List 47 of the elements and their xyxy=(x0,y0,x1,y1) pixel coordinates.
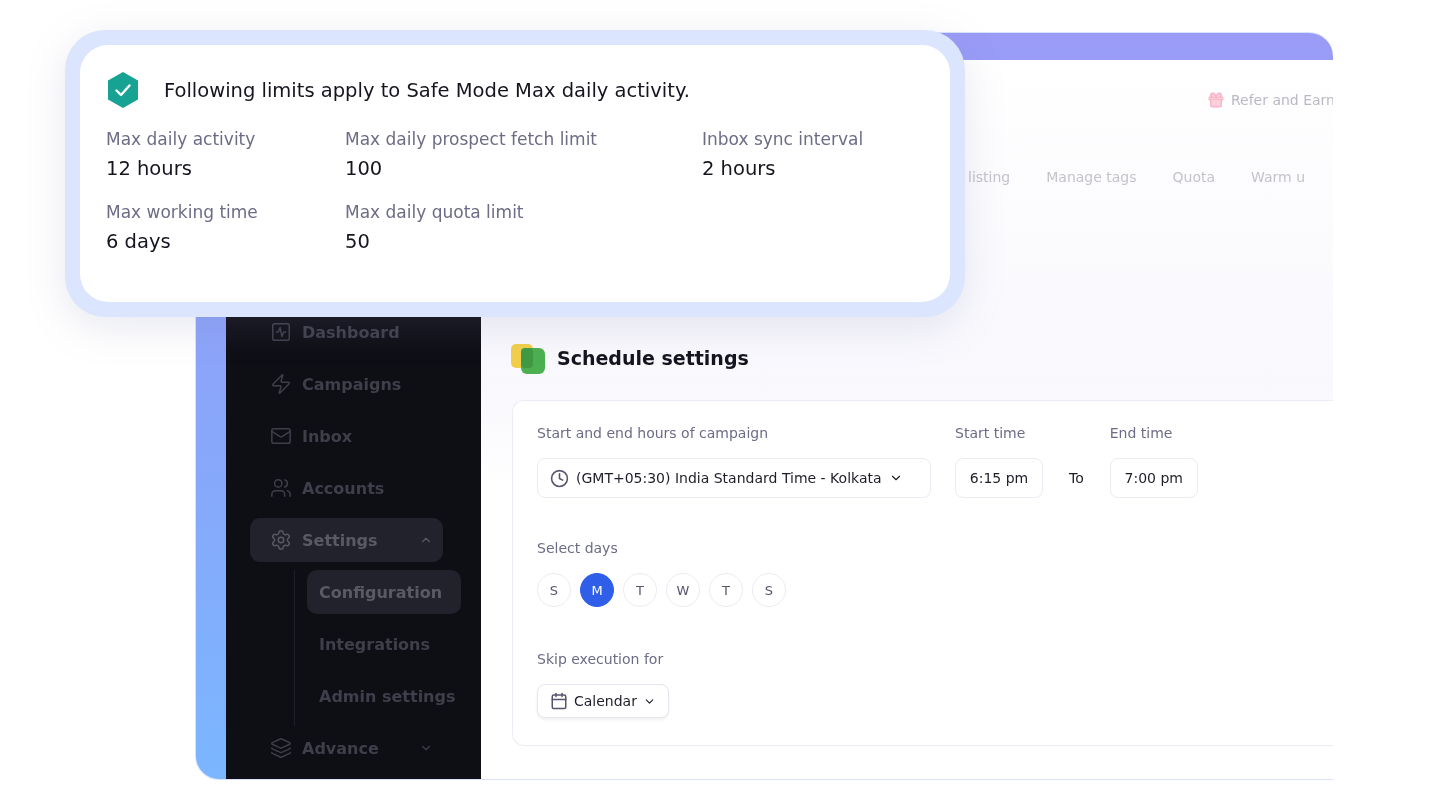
day-toggle[interactable]: S xyxy=(752,573,786,607)
day-toggle[interactable]: M xyxy=(580,573,614,607)
day-toggle[interactable]: T xyxy=(709,573,743,607)
limit-value: 100 xyxy=(345,157,384,180)
calendar-dropdown[interactable]: Calendar xyxy=(537,684,669,718)
section-title: Schedule settings xyxy=(557,347,749,369)
tab[interactable]: listing xyxy=(968,169,1011,187)
mail-icon xyxy=(270,425,292,447)
day-toggle[interactable]: S xyxy=(537,573,571,607)
sidebar-subitem[interactable]: Configuration xyxy=(307,570,461,614)
end-time-field[interactable]: 7:00 pm xyxy=(1109,458,1198,498)
users-icon xyxy=(270,477,292,499)
calendar-icon xyxy=(550,692,568,710)
calendar-stack-icon xyxy=(511,342,545,374)
limit-value: 2 hours xyxy=(702,157,777,180)
lightning-icon xyxy=(270,373,292,395)
day-toggle[interactable]: T xyxy=(623,573,657,607)
limit-value: 12 hours xyxy=(106,157,193,180)
tab[interactable]: Manage tags xyxy=(1046,169,1137,187)
limit-label: Max daily prospect fetch limit xyxy=(345,129,599,149)
chart-square-icon xyxy=(270,321,292,343)
limit-value: 50 xyxy=(345,230,371,253)
layers-icon xyxy=(270,737,292,759)
tab[interactable]: Warm u xyxy=(1251,169,1306,187)
tab[interactable]: Quota xyxy=(1172,169,1216,187)
gift-icon xyxy=(1206,91,1225,109)
timezone-select[interactable]: (GMT+05:30) India Standard Time - Kolkata xyxy=(537,458,931,498)
field-label: Start and end hours of campaign xyxy=(537,425,770,441)
settings-icon xyxy=(270,529,292,551)
separator-text: To xyxy=(1069,469,1084,488)
start-time-field[interactable]: 6:15 pm xyxy=(955,458,1043,498)
limit-label: Max working time xyxy=(106,202,259,222)
day-toggle[interactable]: W xyxy=(666,573,700,607)
sidebar-item[interactable]: Settings xyxy=(250,518,443,562)
refer-link[interactable]: Refer and Earn xyxy=(1206,91,1333,109)
card-title: Following limits apply to Safe Mode Max daily activity. xyxy=(164,78,690,102)
field-label: End time xyxy=(1109,425,1174,441)
sidebar-item-label: Settings xyxy=(302,530,379,550)
shield-check-icon xyxy=(106,71,140,109)
limit-label: Max daily quota limit xyxy=(345,202,525,222)
clock-icon xyxy=(550,468,569,488)
field-label: Skip execution for xyxy=(537,651,664,667)
field-label: Start time xyxy=(955,425,1027,441)
limit-label: Inbox sync interval xyxy=(702,129,865,149)
limit-label: Max daily activity xyxy=(106,129,257,149)
limit-value: 6 days xyxy=(106,230,172,253)
field-label: Select days xyxy=(537,540,618,556)
